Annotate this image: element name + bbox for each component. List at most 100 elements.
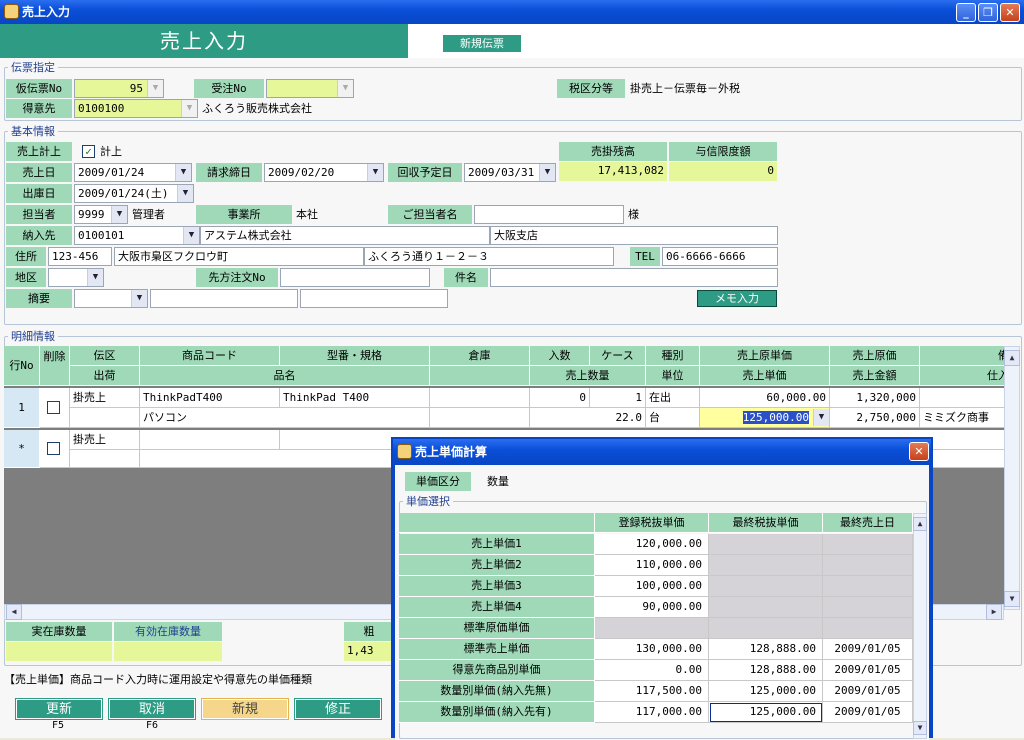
row-unit[interactable]: 台 (646, 408, 700, 428)
edit-button[interactable]: 修正 (294, 698, 382, 720)
row-ship[interactable] (70, 408, 140, 428)
price-row-registered[interactable]: 110,000.00 (595, 555, 709, 576)
staff-code-field[interactable]: 9999 ▼ (74, 205, 128, 224)
row-product-code[interactable]: ThinkPadT400 (140, 388, 280, 408)
price-row-date[interactable] (823, 597, 913, 618)
scroll-down-icon[interactable]: ▼ (913, 721, 927, 735)
memo-input-button[interactable]: メモ入力 (697, 290, 777, 307)
price-row-date[interactable] (823, 618, 913, 639)
price-row-label[interactable]: 数量別単価(納入先有) (399, 702, 595, 723)
close-button[interactable]: ✕ (1000, 3, 1020, 22)
new-row-code[interactable] (140, 430, 280, 450)
order-no-field[interactable]: ▼ (266, 79, 354, 98)
chevron-down-icon[interactable]: ▼ (181, 100, 197, 117)
row-supplier[interactable]: ミミズク商事 (920, 408, 1004, 428)
scroll-right-icon[interactable]: ▶ (986, 604, 1002, 620)
price-row-registered[interactable]: 117,000.00 (595, 702, 709, 723)
price-row-registered[interactable]: 117,500.00 (595, 681, 709, 702)
row-product-name[interactable]: パソコン (140, 408, 430, 428)
chevron-down-icon[interactable]: ▼ (111, 206, 127, 223)
price-row-registered[interactable] (595, 618, 709, 639)
row-slip-type[interactable]: 掛売上 (70, 388, 140, 408)
billing-close-field[interactable]: 2009/02/20 ▼ (264, 163, 384, 182)
update-button[interactable]: 更新 (15, 698, 103, 720)
scroll-up-icon[interactable]: ▲ (1004, 350, 1020, 366)
price-row-last[interactable] (709, 597, 823, 618)
chevron-down-icon[interactable]: ▼ (813, 409, 829, 426)
chevron-down-icon[interactable]: ▼ (367, 164, 383, 181)
ship-date-field[interactable]: 2009/01/24(土) ▼ (74, 184, 194, 203)
row-warehouse[interactable] (430, 388, 530, 408)
chevron-down-icon[interactable]: ▼ (177, 185, 193, 202)
dialog-vscroll[interactable] (913, 513, 927, 739)
new-row-ship[interactable] (70, 450, 140, 468)
chevron-down-icon[interactable]: ▼ (87, 269, 103, 286)
chevron-down-icon[interactable]: ▼ (175, 164, 191, 181)
contact-field[interactable] (474, 205, 624, 224)
memo-select[interactable]: ▼ (74, 289, 148, 308)
row-cost-unit[interactable]: 60,000.00 (700, 388, 830, 408)
price-row-label[interactable]: 標準売上単価 (399, 639, 595, 660)
price-row-date[interactable] (823, 534, 913, 555)
row-unit-price[interactable]: 125,000.00 ▼ (700, 408, 830, 428)
sales-date-field[interactable]: 2009/01/24 ▼ (74, 163, 192, 182)
row-case[interactable]: 1 (590, 388, 646, 408)
price-row-last[interactable] (709, 534, 823, 555)
price-row-last[interactable] (709, 576, 823, 597)
price-row-last[interactable]: 128,888.00 (709, 660, 823, 681)
row-remarks[interactable] (920, 388, 1004, 408)
delivery-branch-field[interactable]: 大阪支店 (490, 226, 778, 245)
subject-field[interactable] (490, 268, 778, 287)
new-row-slip-type[interactable]: 掛売上 (70, 430, 140, 450)
price-row-label[interactable]: 売上単価3 (399, 576, 595, 597)
grid-vscroll[interactable] (1004, 346, 1020, 610)
price-row-label[interactable]: 得意先商品別単価 (399, 660, 595, 681)
delete-checkbox[interactable] (47, 401, 60, 414)
chevron-down-icon[interactable]: ▼ (147, 80, 163, 97)
minimize-button[interactable]: _ (956, 3, 976, 22)
price-row-date[interactable] (823, 555, 913, 576)
price-row-last[interactable]: 128,888.00 (709, 639, 823, 660)
price-row-last[interactable]: 125,000.00 (709, 702, 823, 723)
chevron-down-icon[interactable]: ▼ (337, 80, 353, 97)
price-row-last[interactable] (709, 555, 823, 576)
zip-field[interactable]: 123-456 (48, 247, 112, 266)
cancel-button[interactable]: 取消 (108, 698, 196, 720)
price-row-label[interactable]: 売上単価1 (399, 534, 595, 555)
tel-field[interactable]: 06-6666-6666 (662, 247, 778, 266)
price-row-registered[interactable]: 0.00 (595, 660, 709, 681)
price-row-registered[interactable]: 90,000.00 (595, 597, 709, 618)
price-row-date[interactable] (823, 576, 913, 597)
customer-code-field[interactable]: 0100100 ▼ (74, 99, 198, 118)
area-field[interactable]: ▼ (48, 268, 104, 287)
price-row-label[interactable]: 標準原価単価 (399, 618, 595, 639)
new-slip-button[interactable]: 新規伝票 (443, 35, 521, 52)
restore-button[interactable]: ❐ (978, 3, 998, 22)
price-row-date[interactable]: 2009/01/05 (823, 639, 913, 660)
memo-field-2[interactable] (300, 289, 448, 308)
new-button[interactable]: 新規 (201, 698, 289, 720)
row-qty-per[interactable]: 0 (530, 388, 590, 408)
memo-field-1[interactable] (150, 289, 298, 308)
collect-field[interactable]: 2009/03/31 ▼ (464, 163, 556, 182)
row-sales-qty[interactable]: 22.0 (530, 408, 646, 428)
price-row-last[interactable]: 125,000.00 (709, 681, 823, 702)
price-row-label[interactable]: 売上単価4 (399, 597, 595, 618)
scroll-down-icon[interactable]: ▼ (1004, 591, 1020, 607)
row-model[interactable]: ThinkPad T400 (280, 388, 430, 408)
chevron-down-icon[interactable]: ▼ (131, 290, 147, 307)
scroll-up-icon[interactable]: ▲ (913, 517, 927, 531)
row-kind[interactable]: 在出 (646, 388, 700, 408)
address1-field[interactable]: 大阪市梟区フクロウ町 (114, 247, 364, 266)
price-row-last[interactable] (709, 618, 823, 639)
delete-checkbox[interactable] (47, 442, 60, 455)
chevron-down-icon[interactable]: ▼ (183, 227, 199, 244)
price-row-date[interactable]: 2009/01/05 (823, 681, 913, 702)
temp-no-field[interactable]: 95 ▼ (74, 79, 164, 98)
client-order-field[interactable] (280, 268, 430, 287)
price-row-date[interactable]: 2009/01/05 (823, 702, 913, 723)
delivery-name-field[interactable]: アステム株式会社 (200, 226, 490, 245)
dialog-close-button[interactable]: ✕ (909, 442, 929, 461)
price-row-registered[interactable]: 120,000.00 (595, 534, 709, 555)
chevron-down-icon[interactable]: ▼ (539, 164, 555, 181)
